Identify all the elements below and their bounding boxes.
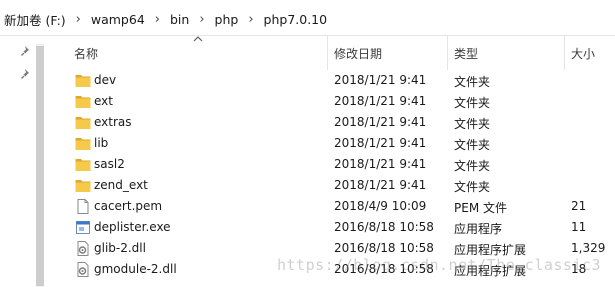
column-name[interactable]: 名称 [74,45,98,62]
folder-row[interactable]: dev 2018/1/21 9:41 文件夹 [44,70,615,91]
breadcrumb-wamp64[interactable]: wamp64 [90,12,146,27]
application-icon [75,220,91,235]
file-name: gmodule-2.dll [94,262,177,276]
nav-scrollbar-thumb[interactable] [36,46,44,286]
file-name: ext [94,94,113,108]
watermark-text: https://blog.csdn.net/The_classic3 [277,256,602,274]
chevron-right-icon[interactable]: › [155,13,160,26]
sort-ascending-icon [193,36,203,42]
file-type: 文件夹 [454,159,491,173]
chevron-right-icon[interactable]: › [199,13,204,26]
file-date: 2018/1/21 9:41 [334,157,427,171]
file-type: 文件夹 [454,180,491,194]
folder-row[interactable]: ext 2018/1/21 9:41 文件夹 [44,91,615,112]
file-type: 文件夹 [454,117,491,131]
file-date: 2016/8/18 10:58 [334,241,434,255]
column-divider[interactable] [327,36,328,70]
file-name: lib [94,136,109,150]
breadcrumb-bin[interactable]: bin [169,12,190,27]
folder-row[interactable]: sasl2 2018/1/21 9:41 文件夹 [44,154,615,175]
file-date: 2016/8/18 10:58 [334,220,434,234]
navigation-pane [0,36,44,287]
folder-icon [75,157,91,172]
file-type: 文件夹 [454,96,491,110]
breadcrumb: 新加卷 (F:) › wamp64 › bin › php › php7.0.1… [3,10,328,29]
column-divider[interactable] [564,36,565,70]
column-type[interactable]: 类型 [454,45,478,62]
folder-icon [75,73,91,88]
folder-row[interactable]: extras 2018/1/21 9:41 文件夹 [44,112,615,133]
file-date: 2018/1/21 9:41 [334,136,427,150]
column-divider[interactable] [447,36,448,70]
file-type: 应用程序 [454,222,503,236]
dll-gear-icon [75,241,91,256]
breadcrumb-php[interactable]: php [214,12,240,27]
file-row[interactable]: deplister.exe 2016/8/18 10:58 应用程序 11 [44,217,615,238]
file-date: 2018/1/21 9:41 [334,94,427,108]
file-size: 11 [571,220,587,234]
file-name: sasl2 [94,157,125,171]
column-size[interactable]: 大小 [571,45,595,62]
folder-icon [75,115,91,130]
file-date: 2018/4/9 10:09 [334,199,427,213]
file-type: PEM 文件 [454,201,507,215]
column-header: 名称 修改日期 类型 大小 [44,36,615,70]
column-date[interactable]: 修改日期 [334,45,382,62]
folder-row[interactable]: lib 2018/1/21 9:41 文件夹 [44,133,615,154]
file-name: zend_ext [94,178,148,192]
file-type: 文件夹 [454,138,491,152]
file-size: 21 [571,199,587,213]
file-name: dev [94,73,117,87]
dll-gear-icon [75,262,91,277]
file-name: glib-2.dll [94,241,146,255]
file-date: 2018/1/21 9:41 [334,115,427,129]
folder-icon [75,136,91,151]
file-name: extras [94,115,132,129]
file-type: 文件夹 [454,75,491,89]
file-name: cacert.pem [94,199,163,213]
pin-icon[interactable] [20,45,32,57]
folder-row[interactable]: zend_ext 2018/1/21 9:41 文件夹 [44,175,615,196]
breadcrumb-php7010[interactable]: php7.0.10 [263,12,329,27]
file-date: 2018/1/21 9:41 [334,73,427,87]
file-name: deplister.exe [94,220,171,234]
file-icon [75,199,91,214]
folder-icon [75,94,91,109]
address-bar[interactable]: 新加卷 (F:) › wamp64 › bin › php › php7.0.1… [0,0,615,36]
pin-icon[interactable] [20,68,32,80]
file-date: 2018/1/21 9:41 [334,178,427,192]
file-row[interactable]: cacert.pem 2018/4/9 10:09 PEM 文件 21 [44,196,615,217]
file-size: 1,329 [571,241,606,255]
chevron-right-icon[interactable]: › [76,13,81,26]
chevron-right-icon[interactable]: › [248,13,253,26]
breadcrumb-drive[interactable]: 新加卷 (F:) [3,10,67,29]
folder-icon [75,178,91,193]
